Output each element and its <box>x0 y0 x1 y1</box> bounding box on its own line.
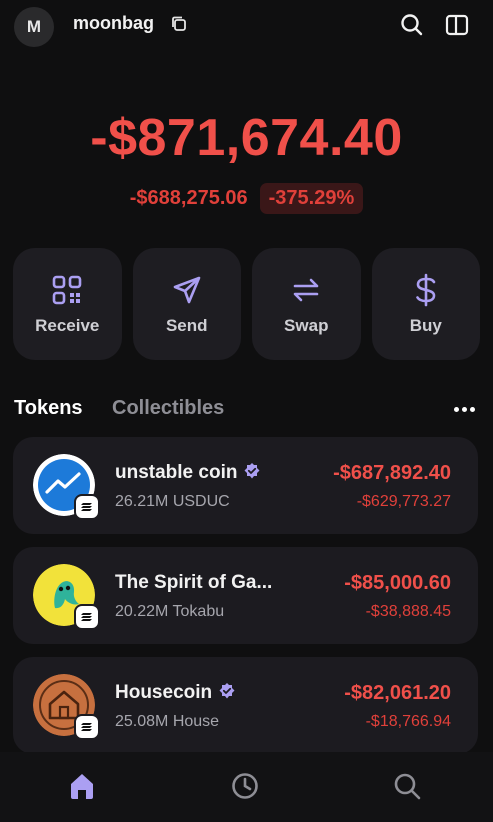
copy-icon[interactable] <box>170 15 188 33</box>
verified-badge-icon <box>219 683 235 699</box>
token-value: -$82,061.20 <box>344 682 451 704</box>
tab-collectibles[interactable]: Collectibles <box>112 397 224 420</box>
receive-button[interactable]: Receive <box>13 248 122 360</box>
token-row-housecoin[interactable]: Housecoin 25.08M House -$82,061.20 -$18,… <box>13 657 478 754</box>
send-icon <box>173 276 201 304</box>
tab-tokens[interactable]: Tokens <box>14 397 83 420</box>
token-name: The Spirit of Ga... <box>115 572 273 593</box>
buy-label: Buy <box>409 316 442 335</box>
token-amount: 25.08M House <box>115 713 220 730</box>
buy-button[interactable]: Buy <box>371 248 480 360</box>
token-change: -$38,888.45 <box>365 603 451 620</box>
token-change: -$629,773.27 <box>356 493 451 510</box>
token-row-spirit-of-ga[interactable]: The Spirit of Ga... 20.22M Tokabu -$85,0… <box>13 547 478 644</box>
solana-chain-badge-icon <box>74 714 100 740</box>
verified-badge-icon <box>244 463 260 479</box>
more-options-icon[interactable] <box>449 397 479 421</box>
token-change: -$18,766.94 <box>365 713 451 730</box>
swap-label: Swap <box>284 316 329 335</box>
search-icon[interactable] <box>391 770 423 802</box>
solana-chain-badge-icon <box>74 494 100 520</box>
bottom-navigation <box>0 752 493 822</box>
balance-change-amount: -$688,275.06 <box>129 187 248 209</box>
qr-code-icon <box>52 275 82 305</box>
swap-button[interactable]: Swap <box>252 248 361 360</box>
asset-tabs: Tokens Collectibles <box>14 397 479 425</box>
token-name: unstable coin <box>115 462 261 484</box>
token-row-unstable-coin[interactable]: unstable coin 26.21M USDUC -$687,892.40 … <box>13 437 478 534</box>
action-buttons: Receive Send Swap Buy <box>13 248 480 360</box>
swap-icon <box>293 278 319 302</box>
wallet-name[interactable]: moonbag <box>73 13 154 34</box>
token-value: -$85,000.60 <box>344 572 451 594</box>
send-label: Send <box>165 316 208 335</box>
dollar-icon <box>415 273 436 307</box>
sidebar-panel-icon[interactable] <box>444 12 470 38</box>
balance-change-row: -$688,275.06 -375.29% <box>0 183 493 214</box>
token-amount: 20.22M Tokabu <box>115 603 225 620</box>
home-icon[interactable] <box>66 770 98 802</box>
send-button[interactable]: Send <box>132 248 241 360</box>
token-amount: 26.21M USDUC <box>115 493 230 510</box>
total-balance: -$871,674.40 <box>90 109 403 167</box>
account-avatar[interactable]: M <box>14 7 54 47</box>
search-icon[interactable] <box>399 12 425 38</box>
solana-chain-badge-icon <box>74 604 100 630</box>
token-name: Housecoin <box>115 682 236 704</box>
receive-label: Receive <box>35 316 100 335</box>
clock-icon[interactable] <box>229 770 261 802</box>
token-value: -$687,892.40 <box>333 462 451 484</box>
top-bar: M moonbag <box>0 0 493 50</box>
balance-change-percent: -375.29% <box>259 183 364 214</box>
